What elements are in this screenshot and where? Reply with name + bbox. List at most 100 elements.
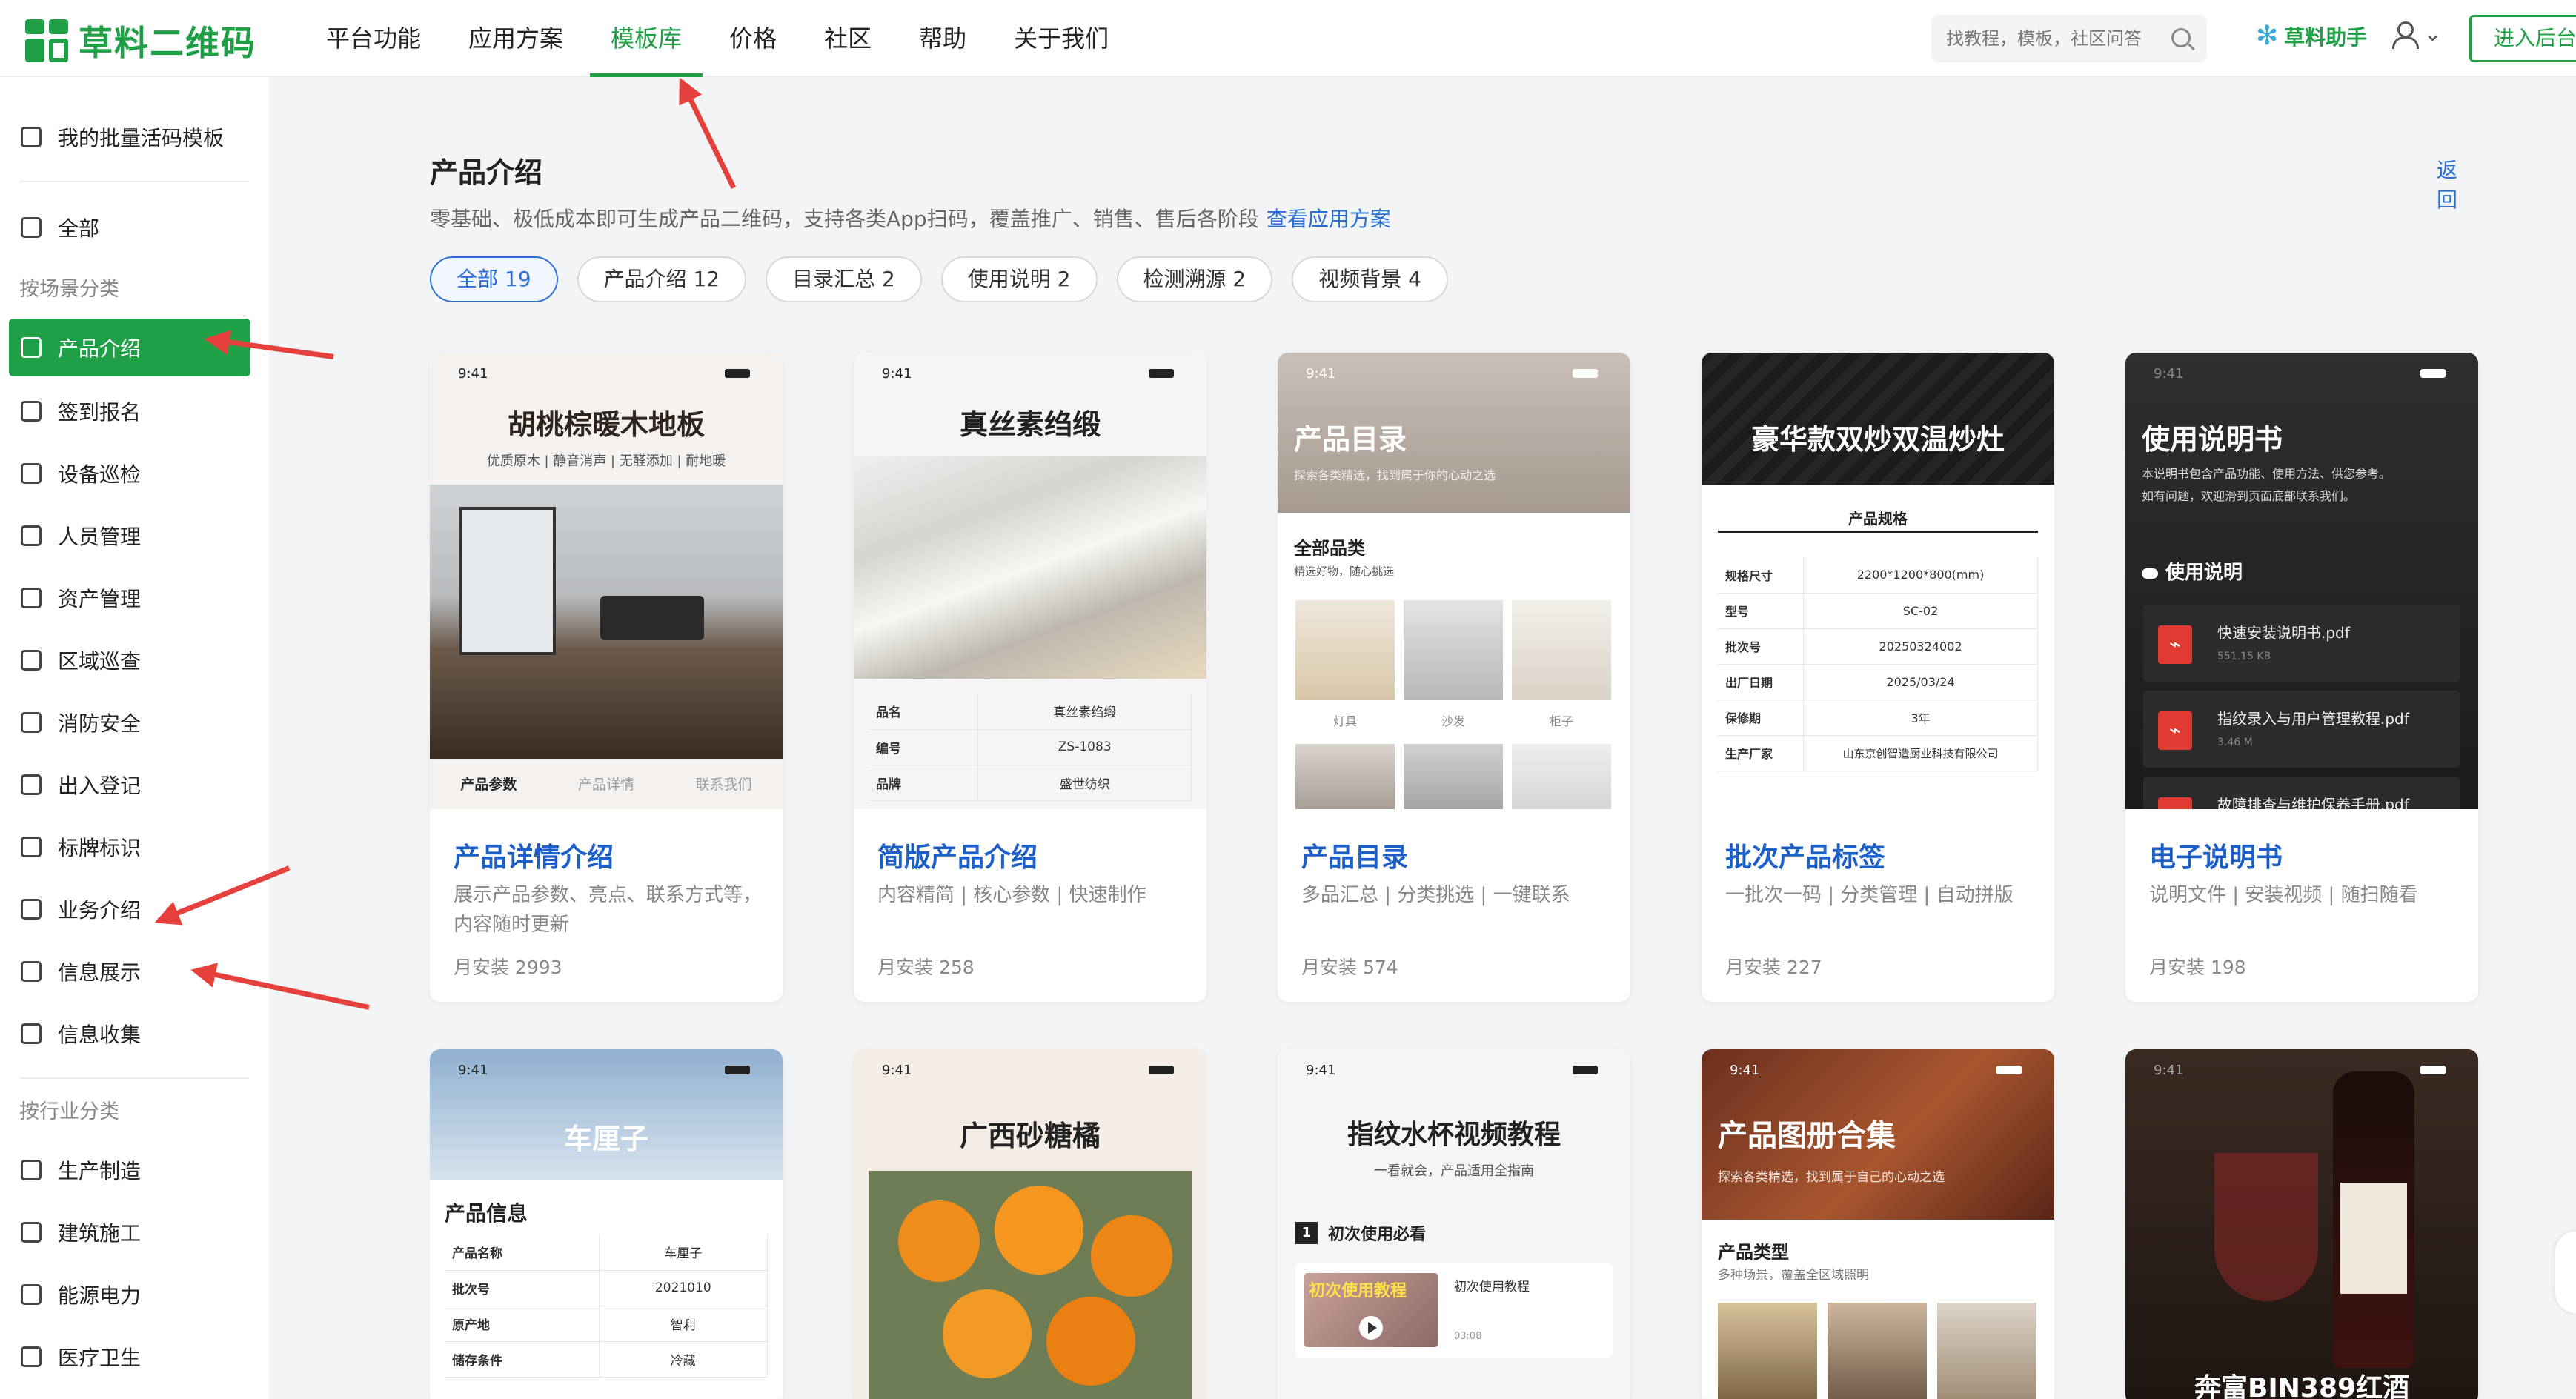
template-card[interactable]: 9:41 产品图册合集 探索各类精选，找到属于自己的心动之选 产品类型 多种场景… <box>1702 1049 2054 1399</box>
display-icon <box>21 961 42 982</box>
search-input[interactable] <box>1931 15 2154 62</box>
user-icon <box>2392 21 2419 49</box>
sidebar-item-info-collect[interactable]: 信息收集 <box>9 1005 250 1063</box>
sidebar-item-business-intro[interactable]: 业务介绍 <box>9 880 250 938</box>
view-solutions-link[interactable]: 查看应用方案 <box>1267 207 1391 231</box>
video-item: 初次使用教程 初次使用教程 03:08 <box>1295 1263 1613 1358</box>
template-card[interactable]: 9:41 奔富BIN389红酒 <box>2125 1049 2478 1399</box>
collect-icon <box>21 1023 42 1044</box>
card-title: 产品目录 <box>1301 843 1409 873</box>
sidebar-item-construction[interactable]: 建筑施工 <box>9 1203 250 1261</box>
user-menu[interactable]: ⌄ <box>2392 21 2443 49</box>
template-card[interactable]: 9:41 产品目录 探索各类精选，找到属于你的心动之选 全部品类 精选好物，随心… <box>1278 353 1630 1002</box>
sidebar-item-signage[interactable]: 标牌标识 <box>9 818 250 876</box>
tag-icon <box>21 837 42 857</box>
group-label-scene: 按场景分类 <box>19 278 119 301</box>
sidebar-item-energy[interactable]: 能源电力 <box>9 1266 250 1323</box>
assistant-link[interactable]: ✻ 草料助手 <box>2256 21 2367 51</box>
qr-logo-icon <box>25 19 68 62</box>
battery-icon <box>2420 369 2446 378</box>
filter-product-intro[interactable]: 产品介绍 12 <box>577 256 747 302</box>
bedroom-photo <box>1404 744 1503 809</box>
sidebar-item-area-patrol[interactable]: 区域巡查 <box>9 631 250 689</box>
sidebar-item-inspection[interactable]: 设备巡检 <box>9 445 250 502</box>
pdf-file-row: ⌁ 指纹录入与用户管理教程.pdf 3.46 M <box>2143 691 2460 768</box>
card-preview: 9:41 指纹水杯视频教程 一看就会，产品适用全指南 1 初次使用必看 初次使用教… <box>1278 1049 1630 1399</box>
search-icon[interactable] <box>2171 28 2191 47</box>
product-icon <box>21 337 42 358</box>
filter-all[interactable]: 全部 19 <box>430 256 558 302</box>
step-heading: 1 初次使用必看 <box>1295 1221 1426 1245</box>
filter-manual[interactable]: 使用说明 2 <box>940 256 1098 302</box>
ceiling-fan-photo <box>1828 1303 1927 1399</box>
orange-photo <box>869 1171 1192 1399</box>
toggle-icon <box>2142 568 2158 579</box>
pdf-icon: ⌁ <box>2158 797 2192 809</box>
mirror-photo <box>1512 744 1611 809</box>
business-icon <box>21 899 42 920</box>
nav-platform[interactable]: 平台功能 <box>326 0 421 77</box>
card-title: 批次产品标签 <box>1725 843 1886 873</box>
battery-icon <box>1149 1066 1174 1074</box>
battery-icon <box>725 369 750 378</box>
enter-console-button[interactable]: 进入后台 <box>2469 15 2576 62</box>
lamp-photo <box>1295 600 1395 700</box>
cabinet-photo <box>1512 600 1611 700</box>
sidebar-item-manufacturing[interactable]: 生产制造 <box>9 1141 250 1199</box>
sidebar-item-all[interactable]: 全部 <box>9 199 250 256</box>
filter-catalog[interactable]: 目录汇总 2 <box>766 256 922 302</box>
search-box <box>1931 15 2207 62</box>
chevron-down-icon: ⌄ <box>2423 21 2443 47</box>
filter-video-bg[interactable]: 视频背景 4 <box>1292 256 1448 302</box>
card-installs: 月安装 198 <box>2149 957 2246 978</box>
preview-tabs: 产品参数 产品详情 联系我们 <box>430 759 783 808</box>
logo-text: 草料二维码 <box>79 23 256 63</box>
card-installs: 月安装 258 <box>877 957 975 978</box>
sidebar-item-assets[interactable]: 资产管理 <box>9 569 250 627</box>
sidebar-item-signup[interactable]: 签到报名 <box>9 382 250 440</box>
template-card[interactable]: 9:41 使用说明书 本说明书包含产品功能、使用方法、供您参考。 如有问题，欢迎… <box>2125 353 2478 1002</box>
sidebar-item-personnel[interactable]: 人员管理 <box>9 507 250 565</box>
sofa-photo <box>1404 600 1503 700</box>
nav-templates[interactable]: 模板库 <box>590 0 703 77</box>
template-card[interactable]: 9:41 真丝素绉缎 品名 真丝素绉缎 编号 ZS-1083 品牌 盛世纺织 简版产品… <box>854 353 1206 1002</box>
sidebar-item-entry-log[interactable]: 出入登记 <box>9 756 250 814</box>
card-installs: 月安装 227 <box>1725 957 1822 978</box>
card-preview: 9:41 胡桃棕暖木地板 优质原木 | 静音消声 | 无醛添加 | 耐地暖 产品… <box>430 353 783 809</box>
sidebar-item-medical[interactable]: 医疗卫生 <box>9 1328 250 1386</box>
template-card[interactable]: 豪华款双炒双温炒灶 产品规格 规格尺寸 2200*1200*800(mm) 型号 S… <box>1702 353 2054 1002</box>
template-card[interactable]: 9:41 胡桃棕暖木地板 优质原木 | 静音消声 | 无醛添加 | 耐地暖 产品… <box>430 353 783 1002</box>
card-preview: 9:41 产品图册合集 探索各类精选，找到属于自己的心动之选 产品类型 多种场景… <box>1702 1049 2054 1399</box>
template-card[interactable]: 9:41 指纹水杯视频教程 一看就会，产品适用全指南 1 初次使用必看 初次使用教… <box>1278 1049 1630 1399</box>
bookmark-icon <box>21 217 42 238</box>
card-desc: 多品汇总 | 分类挑选 | 一键联系 <box>1301 884 1570 906</box>
pdf-file-row: ⌁ 快速安装说明书.pdf 551.15 KB <box>2143 605 2460 682</box>
back-link[interactable]: 返回 <box>2437 154 2475 213</box>
template-card[interactable]: 9:41 广西砂糖橘 <box>854 1049 1206 1399</box>
page-title: 产品介绍 <box>430 156 543 189</box>
divider <box>19 181 249 182</box>
card-preview: 9:41 使用说明书 本说明书包含产品功能、使用方法、供您参考。 如有问题，欢迎… <box>2125 353 2478 809</box>
wine-bottle-photo <box>2333 1071 2414 1368</box>
assistant-label: 草料助手 <box>2284 24 2368 50</box>
spec-table: 产品名称 车厘子 批次号 2021010 原产地 智利 储存条件 冷藏 <box>445 1234 769 1378</box>
filter-traceability[interactable]: 检测溯源 2 <box>1116 256 1273 302</box>
scroll-handle[interactable] <box>2555 1232 2576 1313</box>
page-subtitle: 零基础、极低成本即可生成产品二维码，支持各类App扫码，覆盖推广、销售、售后各阶… <box>430 207 1391 231</box>
template-card[interactable]: 9:41 车厘子 产品信息 产品名称 车厘子 批次号 2021010 原产地 智利 储… <box>430 1049 783 1399</box>
logo[interactable]: 草料二维码 <box>25 16 256 65</box>
sidebar-item-fire-safety[interactable]: 消防安全 <box>9 694 250 751</box>
card-preview: 豪华款双炒双温炒灶 产品规格 规格尺寸 2200*1200*800(mm) 型号 S… <box>1702 353 2054 809</box>
pdf-icon: ⌁ <box>2158 625 2192 664</box>
template-icon <box>21 127 42 147</box>
entry-icon <box>21 774 42 795</box>
nav-pricing[interactable]: 价格 <box>729 0 777 77</box>
sidebar-item-my-templates[interactable]: 我的批量活码模板 <box>9 108 250 166</box>
nav-help[interactable]: 帮助 <box>919 0 966 77</box>
nav-community[interactable]: 社区 <box>824 0 872 77</box>
person-icon <box>21 525 42 546</box>
main-nav: 平台功能 应用方案 模板库 价格 社区 帮助 关于我们 <box>326 0 1156 77</box>
nav-solutions[interactable]: 应用方案 <box>468 0 563 77</box>
battery-icon <box>1573 369 1598 378</box>
nav-about[interactable]: 关于我们 <box>1014 0 1109 77</box>
